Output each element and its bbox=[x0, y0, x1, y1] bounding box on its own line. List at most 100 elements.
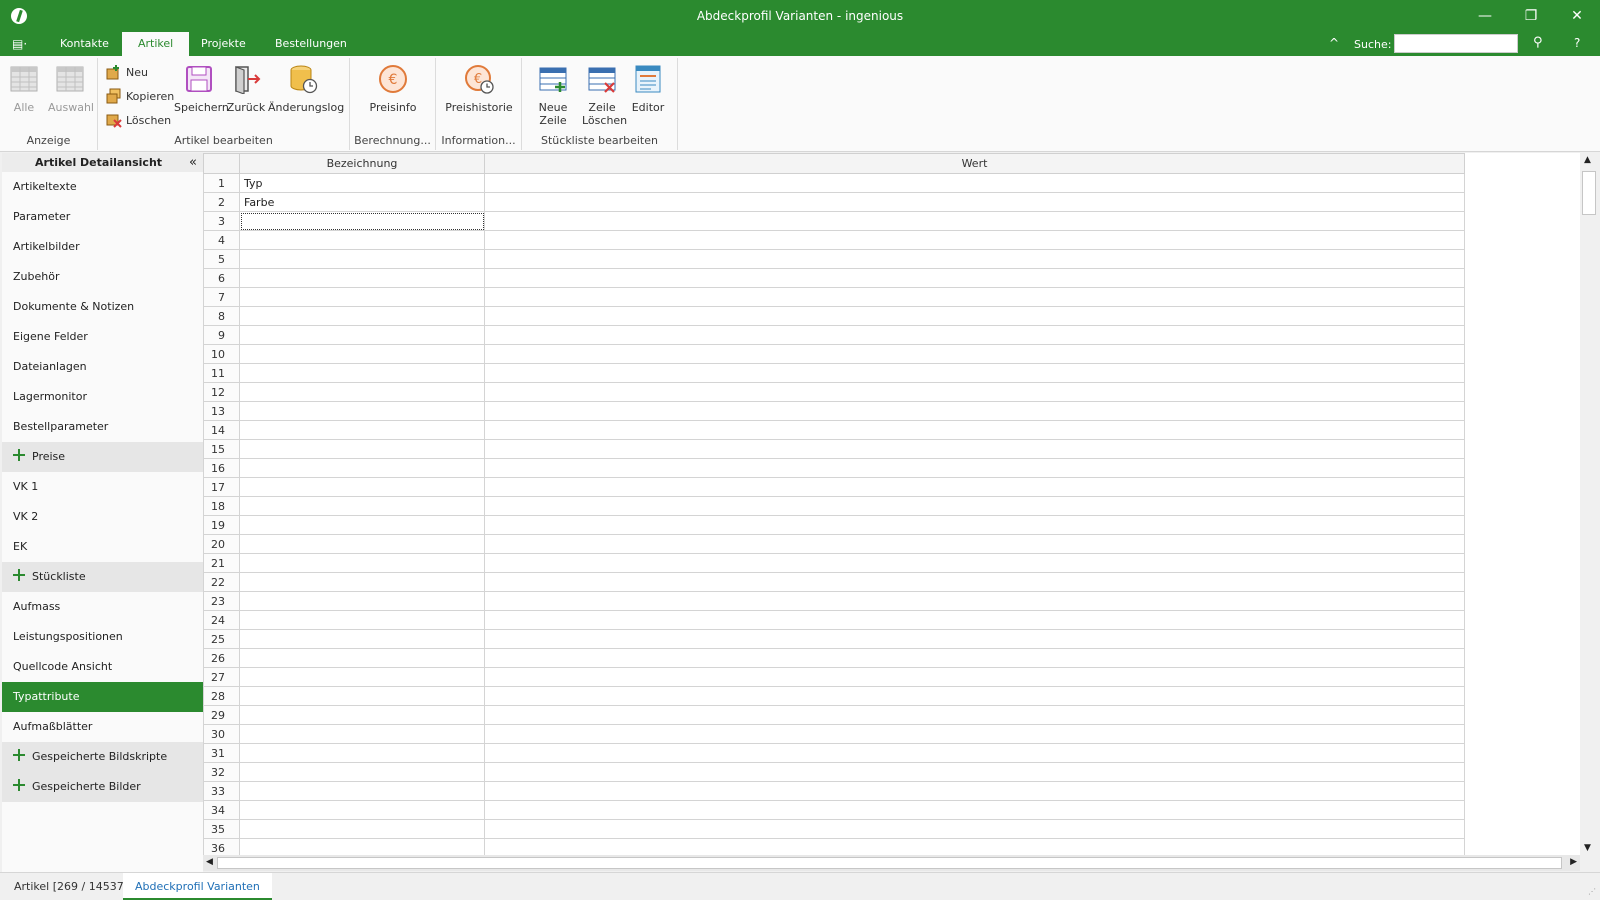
kopieren-button[interactable]: Kopieren bbox=[106, 86, 174, 106]
sidebar-item-stückliste[interactable]: Stückliste bbox=[2, 562, 203, 592]
row-number-cell[interactable]: 25 bbox=[203, 629, 240, 649]
bezeichnung-cell[interactable]: Typ bbox=[239, 173, 485, 193]
table-row[interactable]: 20 bbox=[203, 534, 1465, 554]
sidebar-item-artikeltexte[interactable]: Artikeltexte bbox=[2, 172, 203, 202]
bezeichnung-cell[interactable] bbox=[239, 306, 485, 326]
speichern-button[interactable]: Speichern bbox=[174, 64, 229, 114]
wert-cell[interactable] bbox=[484, 496, 1465, 516]
tab-artikel[interactable]: Artikel bbox=[122, 32, 190, 56]
scroll-up-icon[interactable]: ▲ bbox=[1584, 155, 1591, 165]
sidebar-item-parameter[interactable]: Parameter bbox=[2, 202, 203, 232]
row-number-cell[interactable]: 2 bbox=[203, 192, 240, 212]
wert-cell[interactable] bbox=[484, 610, 1465, 630]
bezeichnung-cell[interactable] bbox=[239, 211, 485, 231]
preishistorie-button[interactable]: € Preishistorie bbox=[442, 64, 516, 114]
wert-cell[interactable] bbox=[484, 363, 1465, 383]
sidebar-item-aufmass[interactable]: Aufmass bbox=[2, 592, 203, 622]
table-row[interactable]: 24 bbox=[203, 610, 1465, 630]
wert-cell[interactable] bbox=[484, 553, 1465, 573]
sidebar-item-leistungspositionen[interactable]: Leistungspositionen bbox=[2, 622, 203, 652]
wert-cell[interactable] bbox=[484, 192, 1465, 212]
wert-cell[interactable] bbox=[484, 249, 1465, 269]
table-row[interactable]: 7 bbox=[203, 287, 1465, 307]
row-number-cell[interactable]: 33 bbox=[203, 781, 240, 801]
row-number-cell[interactable]: 18 bbox=[203, 496, 240, 516]
wert-cell[interactable] bbox=[484, 173, 1465, 193]
row-number-cell[interactable]: 7 bbox=[203, 287, 240, 307]
wert-cell[interactable] bbox=[484, 743, 1465, 763]
bezeichnung-cell[interactable] bbox=[239, 401, 485, 421]
expand-plus-icon[interactable] bbox=[13, 569, 25, 581]
wert-cell[interactable] bbox=[484, 458, 1465, 478]
bezeichnung-cell[interactable] bbox=[239, 515, 485, 535]
table-row[interactable]: 6 bbox=[203, 268, 1465, 288]
expand-plus-icon[interactable] bbox=[13, 749, 25, 761]
table-row[interactable]: 26 bbox=[203, 648, 1465, 668]
bezeichnung-cell[interactable] bbox=[239, 534, 485, 554]
table-row[interactable]: 16 bbox=[203, 458, 1465, 478]
sidebar-item-bestellparameter[interactable]: Bestellparameter bbox=[2, 412, 203, 442]
auswahl-button[interactable]: Auswahl bbox=[48, 64, 94, 114]
table-row[interactable]: 35 bbox=[203, 819, 1465, 839]
editor-button[interactable]: Editor bbox=[626, 64, 670, 114]
wert-cell[interactable] bbox=[484, 724, 1465, 744]
bezeichnung-cell[interactable] bbox=[239, 325, 485, 345]
row-number-cell[interactable]: 36 bbox=[203, 838, 240, 855]
vertical-scrollbar[interactable]: ▲ ▼ bbox=[1580, 153, 1598, 855]
bezeichnung-cell[interactable] bbox=[239, 591, 485, 611]
table-row[interactable]: 22 bbox=[203, 572, 1465, 592]
scroll-left-icon[interactable]: ◀ bbox=[206, 857, 213, 867]
sidebar-item-preise[interactable]: Preise bbox=[2, 442, 203, 472]
collapse-sidebar-icon[interactable]: « bbox=[189, 153, 197, 172]
restore-button[interactable]: ❐ bbox=[1508, 0, 1554, 32]
collapse-ribbon-icon[interactable]: ^ bbox=[1329, 36, 1339, 50]
aenderungslog-button[interactable]: Änderungslog bbox=[268, 64, 344, 114]
wert-cell[interactable] bbox=[484, 648, 1465, 668]
bezeichnung-cell[interactable] bbox=[239, 838, 485, 855]
row-number-cell[interactable]: 11 bbox=[203, 363, 240, 383]
minimize-button[interactable]: — bbox=[1462, 0, 1508, 32]
table-row[interactable]: 21 bbox=[203, 553, 1465, 573]
bezeichnung-cell[interactable] bbox=[239, 477, 485, 497]
row-number-cell[interactable]: 5 bbox=[203, 249, 240, 269]
row-number-header[interactable] bbox=[203, 153, 240, 174]
zeile-loeschen-button[interactable]: Zeile Löschen bbox=[582, 64, 627, 127]
wert-cell[interactable] bbox=[484, 439, 1465, 459]
bezeichnung-cell[interactable] bbox=[239, 572, 485, 592]
help-icon[interactable]: ? bbox=[1574, 36, 1580, 50]
bezeichnung-cell[interactable] bbox=[239, 287, 485, 307]
bezeichnung-cell[interactable] bbox=[239, 249, 485, 269]
wert-cell[interactable] bbox=[484, 629, 1465, 649]
table-row[interactable]: 27 bbox=[203, 667, 1465, 687]
bezeichnung-cell[interactable] bbox=[239, 762, 485, 782]
bezeichnung-cell[interactable]: Farbe bbox=[239, 192, 485, 212]
row-number-cell[interactable]: 15 bbox=[203, 439, 240, 459]
row-number-cell[interactable]: 31 bbox=[203, 743, 240, 763]
doc-tab-abdeckprofil-varianten[interactable]: Abdeckprofil Varianten bbox=[123, 873, 272, 900]
vertical-scroll-thumb[interactable] bbox=[1582, 171, 1596, 215]
column-header-wert[interactable]: Wert bbox=[484, 153, 1465, 174]
row-number-cell[interactable]: 3 bbox=[203, 211, 240, 231]
bezeichnung-cell[interactable] bbox=[239, 363, 485, 383]
sidebar-item-vk-2[interactable]: VK 2 bbox=[2, 502, 203, 532]
wert-cell[interactable] bbox=[484, 781, 1465, 801]
bezeichnung-cell[interactable] bbox=[239, 610, 485, 630]
sidebar-item-ek[interactable]: EK bbox=[2, 532, 203, 562]
neu-button[interactable]: Neu bbox=[106, 62, 148, 82]
row-number-cell[interactable]: 26 bbox=[203, 648, 240, 668]
wert-cell[interactable] bbox=[484, 572, 1465, 592]
wert-cell[interactable] bbox=[484, 344, 1465, 364]
row-number-cell[interactable]: 4 bbox=[203, 230, 240, 250]
tab-projekte[interactable]: Projekte bbox=[185, 32, 262, 56]
wert-cell[interactable] bbox=[484, 686, 1465, 706]
bezeichnung-cell[interactable] bbox=[239, 667, 485, 687]
wert-cell[interactable] bbox=[484, 800, 1465, 820]
sidebar-item-quellcode-ansicht[interactable]: Quellcode Ansicht bbox=[2, 652, 203, 682]
loeschen-button[interactable]: Löschen bbox=[106, 110, 171, 130]
sidebar-item-dokumente-notizen[interactable]: Dokumente & Notizen bbox=[2, 292, 203, 322]
bezeichnung-cell[interactable] bbox=[239, 382, 485, 402]
row-number-cell[interactable]: 22 bbox=[203, 572, 240, 592]
row-number-cell[interactable]: 29 bbox=[203, 705, 240, 725]
table-row[interactable]: 32 bbox=[203, 762, 1465, 782]
preisinfo-button[interactable]: € Preisinfo bbox=[364, 64, 422, 114]
